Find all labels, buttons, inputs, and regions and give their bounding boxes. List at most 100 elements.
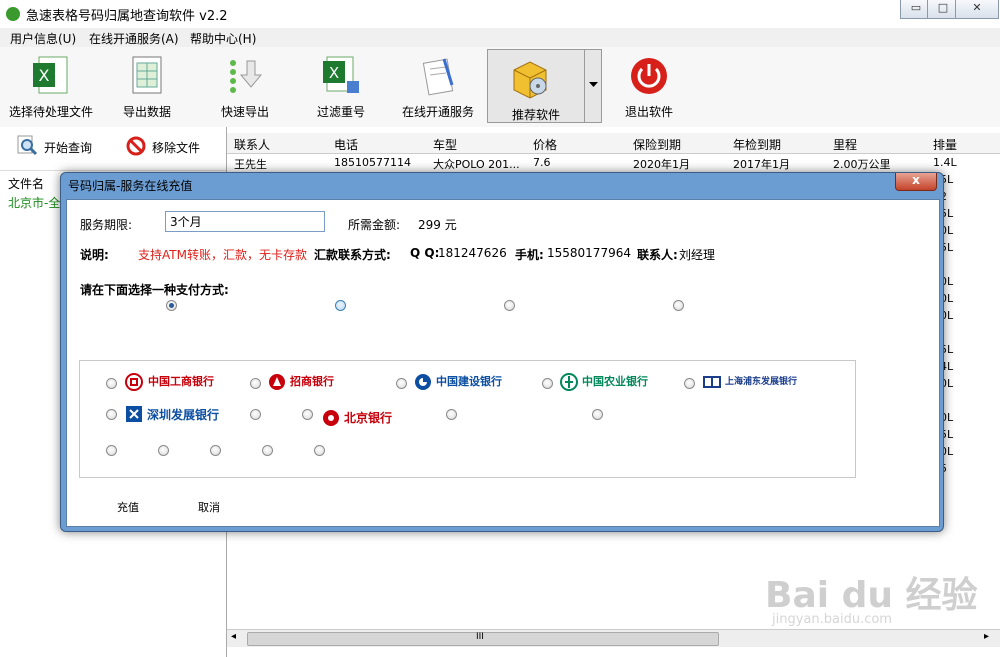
export-data-button[interactable]: 导出数据 bbox=[112, 47, 182, 123]
abc-icon bbox=[560, 373, 578, 391]
bank-selection-box: 中国工商银行 招商银行 中国建设银行 中国农业银行 上海浦东发展银行 深圳发展银… bbox=[79, 360, 856, 478]
select-file-label: 选择待处理文件 bbox=[8, 105, 93, 119]
column-header[interactable]: 车型 bbox=[433, 136, 457, 153]
export-data-label: 导出数据 bbox=[122, 105, 171, 119]
recharge-button[interactable]: 充值 bbox=[117, 499, 139, 515]
bank-radio[interactable] bbox=[684, 378, 695, 389]
filter-excel-icon: X bbox=[323, 56, 359, 93]
column-header[interactable]: 保险到期 bbox=[633, 136, 681, 153]
phone-label: 手机: bbox=[515, 248, 544, 262]
bank-name: 深圳发展银行 bbox=[147, 408, 220, 422]
column-header[interactable]: 年检到期 bbox=[733, 136, 781, 153]
bank-radio[interactable] bbox=[250, 409, 261, 420]
bank-radio[interactable] bbox=[262, 445, 273, 456]
watermark-url: jingyan.baidu.com bbox=[772, 612, 892, 627]
column-header[interactable]: 排量 bbox=[933, 136, 957, 153]
column-header[interactable]: 联系人 bbox=[234, 136, 270, 153]
payment-type-radio[interactable] bbox=[673, 300, 684, 311]
spdb-icon bbox=[703, 376, 721, 388]
bank-radio[interactable] bbox=[106, 409, 117, 420]
column-header[interactable]: 价格 bbox=[533, 136, 557, 153]
recommend-software-label: 推荐软件 bbox=[511, 108, 560, 122]
exit-software-label: 退出软件 bbox=[624, 105, 673, 119]
file-name-header: 文件名 bbox=[8, 177, 45, 191]
scroll-left-icon[interactable]: ◂ bbox=[231, 631, 236, 642]
qq-value: 181247626 bbox=[438, 246, 507, 260]
chevron-down-icon[interactable] bbox=[589, 82, 598, 88]
online-service-label: 在线开通服务 bbox=[401, 105, 474, 119]
dialog-close-button[interactable]: x bbox=[895, 173, 937, 191]
payment-type-radio[interactable] bbox=[335, 300, 346, 311]
start-query-label: 开始查询 bbox=[44, 141, 93, 155]
bank-name: 中国农业银行 bbox=[582, 375, 648, 388]
menu-online-service[interactable]: 在线开通服务(A) bbox=[89, 30, 179, 47]
bank-radio[interactable] bbox=[592, 409, 603, 420]
app-icon bbox=[6, 7, 20, 21]
menu-help[interactable]: 帮助中心(H) bbox=[190, 30, 256, 47]
dialog-title: 号码归属-服务在线充值 bbox=[68, 179, 193, 193]
person-value: 刘经理 bbox=[679, 248, 716, 262]
bank-radio[interactable] bbox=[302, 409, 313, 420]
cancel-button[interactable]: 取消 bbox=[198, 499, 220, 515]
bank-name: 中国建设银行 bbox=[436, 375, 502, 388]
choose-payment-label: 请在下面选择一种支付方式: bbox=[80, 283, 229, 297]
horizontal-scrollbar[interactable]: ◂ III ▸ bbox=[227, 629, 1000, 647]
note-text: 支持ATM转账，汇款，无卡存款 bbox=[138, 248, 307, 262]
close-window-button[interactable]: ✕ bbox=[955, 0, 999, 19]
contact-label: 汇款联系方式: bbox=[314, 248, 391, 262]
dropdown-divider bbox=[584, 50, 585, 122]
payment-type-radio[interactable] bbox=[504, 300, 515, 311]
bank-radio[interactable] bbox=[250, 378, 261, 389]
bank-radio[interactable] bbox=[106, 378, 117, 389]
bank-radio[interactable] bbox=[314, 445, 325, 456]
excel-icon: X bbox=[33, 56, 68, 94]
period-input[interactable] bbox=[165, 211, 325, 232]
table-cell: 2017年1月 bbox=[733, 158, 790, 171]
bank-radio[interactable] bbox=[158, 445, 169, 456]
toolbar: X 选择待处理文件 导出数据 快速导出 X 过滤重号 在线开通服务 推荐软件 退… bbox=[0, 47, 1000, 128]
phone-value: 15580177964 bbox=[547, 246, 631, 260]
online-service-button[interactable]: 在线开通服务 bbox=[398, 47, 478, 123]
grid-header: 联系人 电话 车型 价格 保险到期 年检到期 里程 排量 bbox=[227, 133, 1000, 154]
bank-name: 北京银行 bbox=[344, 411, 393, 425]
svg-text:X: X bbox=[329, 64, 339, 82]
power-icon bbox=[631, 58, 667, 94]
scroll-thumb[interactable]: III bbox=[247, 632, 719, 646]
bank-radio[interactable] bbox=[210, 445, 221, 456]
remove-file-label: 移除文件 bbox=[152, 141, 201, 155]
note-label: 说明: bbox=[80, 248, 109, 262]
scroll-grip: III bbox=[476, 632, 484, 642]
recommend-software-button[interactable]: 推荐软件 bbox=[487, 49, 602, 123]
amount-label: 所需金额: bbox=[348, 218, 401, 232]
quick-export-button[interactable]: 快速导出 bbox=[210, 47, 280, 123]
bank-name: 中国工商银行 bbox=[148, 375, 214, 388]
bank-radio[interactable] bbox=[396, 378, 407, 389]
menu-user-info[interactable]: 用户信息(U) bbox=[10, 30, 76, 47]
table-cell: 2020年1月 bbox=[633, 158, 690, 171]
bank-radio[interactable] bbox=[446, 409, 457, 420]
cmb-icon bbox=[269, 374, 285, 390]
amount-value: 299 元 bbox=[418, 218, 457, 232]
filter-duplicates-button[interactable]: X 过滤重号 bbox=[306, 47, 376, 123]
file-list-item[interactable]: 北京市-全 bbox=[2, 193, 62, 210]
table-cell: 王先生 bbox=[234, 158, 267, 171]
column-header[interactable]: 电话 bbox=[334, 136, 358, 153]
bank-name: 上海浦东发展银行 bbox=[725, 377, 798, 387]
bank-name: 招商银行 bbox=[290, 375, 334, 388]
table-cell: 7.6 bbox=[533, 156, 551, 169]
exit-software-button[interactable]: 退出软件 bbox=[614, 47, 684, 123]
watermark-brand: Bai du 经验 bbox=[765, 575, 978, 616]
qq-label: Q Q: bbox=[410, 246, 440, 260]
menu-bar: 用户信息(U) 在线开通服务(A) 帮助中心(H) bbox=[0, 28, 1000, 48]
quick-export-label: 快速导出 bbox=[220, 105, 269, 119]
payment-type-radio[interactable] bbox=[166, 300, 177, 311]
table-row[interactable]: 王先生 18510577114 大众POLO 201... 7.6 2020年1… bbox=[227, 154, 1000, 171]
bank-radio[interactable] bbox=[106, 445, 117, 456]
bank-radio[interactable] bbox=[542, 378, 553, 389]
table-cell: 18510577114 bbox=[334, 156, 411, 169]
column-header[interactable]: 里程 bbox=[833, 136, 857, 153]
title-bar: 急速表格号码归属地查询软件 v2.2 ▭ □ ✕ bbox=[0, 0, 1000, 28]
select-file-button[interactable]: X 选择待处理文件 bbox=[4, 47, 98, 123]
magnifier-icon bbox=[17, 135, 38, 156]
scroll-right-icon[interactable]: ▸ bbox=[984, 631, 989, 642]
